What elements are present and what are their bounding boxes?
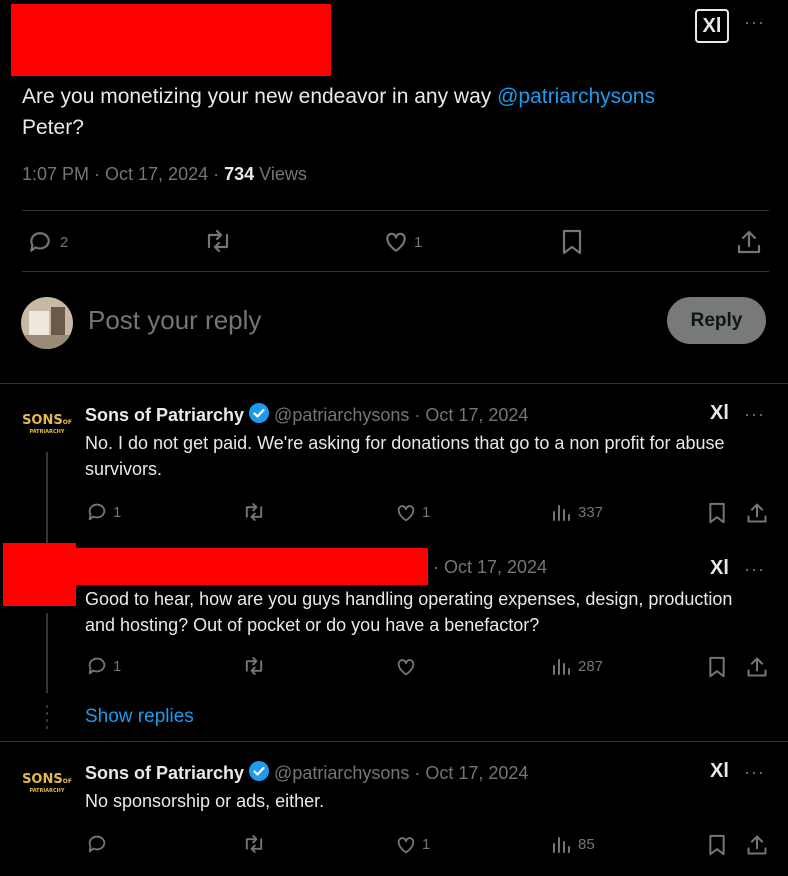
avatar-logo-text: SONS [22, 413, 63, 428]
reply-header: Sons of Patriarchy @patriarchysons · Oct … [85, 402, 528, 429]
like-icon[interactable] [395, 502, 417, 524]
grok-icon[interactable]: Xl [695, 9, 729, 43]
bookmark-icon[interactable] [560, 228, 584, 256]
reply-count: 1 [113, 658, 122, 675]
reply-count: 2 [60, 234, 69, 251]
reply-date[interactable]: · Oct 17, 2024 [409, 763, 528, 783]
more-options-icon[interactable]: ··· [744, 762, 765, 783]
reply-text: Good to hear, how are you guys handling … [85, 589, 733, 635]
retweet-icon[interactable] [242, 833, 266, 855]
avatar-logo-text: SONS [22, 772, 63, 787]
share-icon[interactable] [736, 228, 762, 256]
like-icon[interactable] [382, 229, 410, 255]
reply-text: No sponsorship or ads, either. [85, 791, 325, 811]
retweet-icon[interactable] [242, 655, 266, 677]
bookmark-icon[interactable] [707, 833, 727, 857]
redacted-author [11, 4, 331, 76]
avatar-logo-small: OF [62, 419, 72, 426]
reply-icon[interactable] [86, 501, 108, 523]
views-count: 287 [578, 658, 604, 675]
bookmark-icon[interactable] [707, 501, 727, 525]
reply-icon[interactable] [26, 229, 54, 255]
reply-icon[interactable] [86, 833, 108, 855]
reply-button[interactable]: Reply [667, 297, 766, 344]
thread-line [46, 452, 48, 544]
tweet-text-suffix: Peter? [22, 116, 84, 139]
like-count: 1 [422, 836, 431, 853]
tweet-meta: 1:07 PM · Oct 17, 2024 · 734 Views [22, 164, 307, 185]
reply-date[interactable]: · Oct 17, 2024 [433, 557, 547, 578]
verified-badge-icon [248, 760, 270, 787]
grok-icon[interactable]: Xl [710, 557, 729, 580]
views-icon[interactable] [551, 656, 571, 676]
divider [0, 383, 788, 384]
like-count: 1 [422, 504, 431, 521]
author-name[interactable]: Sons of Patriarchy [85, 763, 244, 783]
reply-date[interactable]: · Oct 17, 2024 [409, 405, 528, 425]
views-icon[interactable] [551, 502, 571, 522]
reply-count: 1 [113, 504, 122, 521]
reply-text: No. I do not get paid. We're asking for … [85, 433, 725, 479]
show-replies-link[interactable]: Show replies [85, 706, 194, 728]
thread-dots [46, 705, 48, 729]
more-options-icon[interactable]: ··· [744, 12, 765, 33]
views-icon[interactable] [551, 834, 571, 854]
like-icon[interactable] [395, 834, 417, 856]
more-options-icon[interactable]: ··· [744, 404, 765, 425]
share-icon[interactable] [746, 501, 768, 525]
divider [0, 741, 788, 742]
avatar-logo-sub: PATRIARCHY [29, 429, 65, 435]
verified-badge-icon [248, 402, 270, 429]
reply-icon[interactable] [86, 655, 108, 677]
avatar-logo-sub: PATRIARCHY [29, 788, 65, 794]
redacted-author [76, 548, 428, 585]
like-icon[interactable] [395, 656, 417, 678]
author-handle[interactable]: @patriarchysons [274, 405, 409, 425]
divider [22, 210, 769, 211]
tweet-text-prefix: Are you monetizing your new endeavor in … [22, 85, 498, 108]
divider [22, 271, 769, 272]
share-icon[interactable] [746, 833, 768, 857]
grok-icon[interactable]: Xl [710, 760, 729, 783]
author-handle[interactable]: @patriarchysons [274, 763, 409, 783]
like-count: 1 [414, 234, 423, 251]
bookmark-icon[interactable] [707, 655, 727, 679]
retweet-icon[interactable] [242, 501, 266, 523]
redacted-avatar [3, 543, 76, 606]
views-count: 337 [578, 504, 604, 521]
thread-line [46, 613, 48, 693]
reply-input[interactable]: Post your reply [88, 305, 261, 336]
grok-icon[interactable]: Xl [710, 402, 729, 425]
avatar[interactable]: SONSOF PATRIARCHY [21, 773, 73, 795]
retweet-icon[interactable] [203, 228, 233, 254]
tweet-text: Are you monetizing your new endeavor in … [22, 81, 762, 143]
author-name[interactable]: Sons of Patriarchy [85, 405, 244, 425]
tweet-timestamp[interactable]: 1:07 PM · Oct 17, 2024 · [22, 164, 224, 184]
share-icon[interactable] [746, 655, 768, 679]
views-count: 85 [578, 836, 595, 853]
avatar[interactable]: SONSOF PATRIARCHY [21, 414, 73, 436]
more-options-icon[interactable]: ··· [744, 559, 765, 580]
views-label: Views [254, 164, 307, 184]
user-avatar[interactable] [21, 297, 73, 349]
views-count: 734 [224, 164, 255, 184]
avatar-logo-small: OF [62, 778, 72, 785]
reply-header: Sons of Patriarchy @patriarchysons · Oct … [85, 760, 528, 787]
mention-link[interactable]: @patriarchysons [497, 85, 655, 108]
